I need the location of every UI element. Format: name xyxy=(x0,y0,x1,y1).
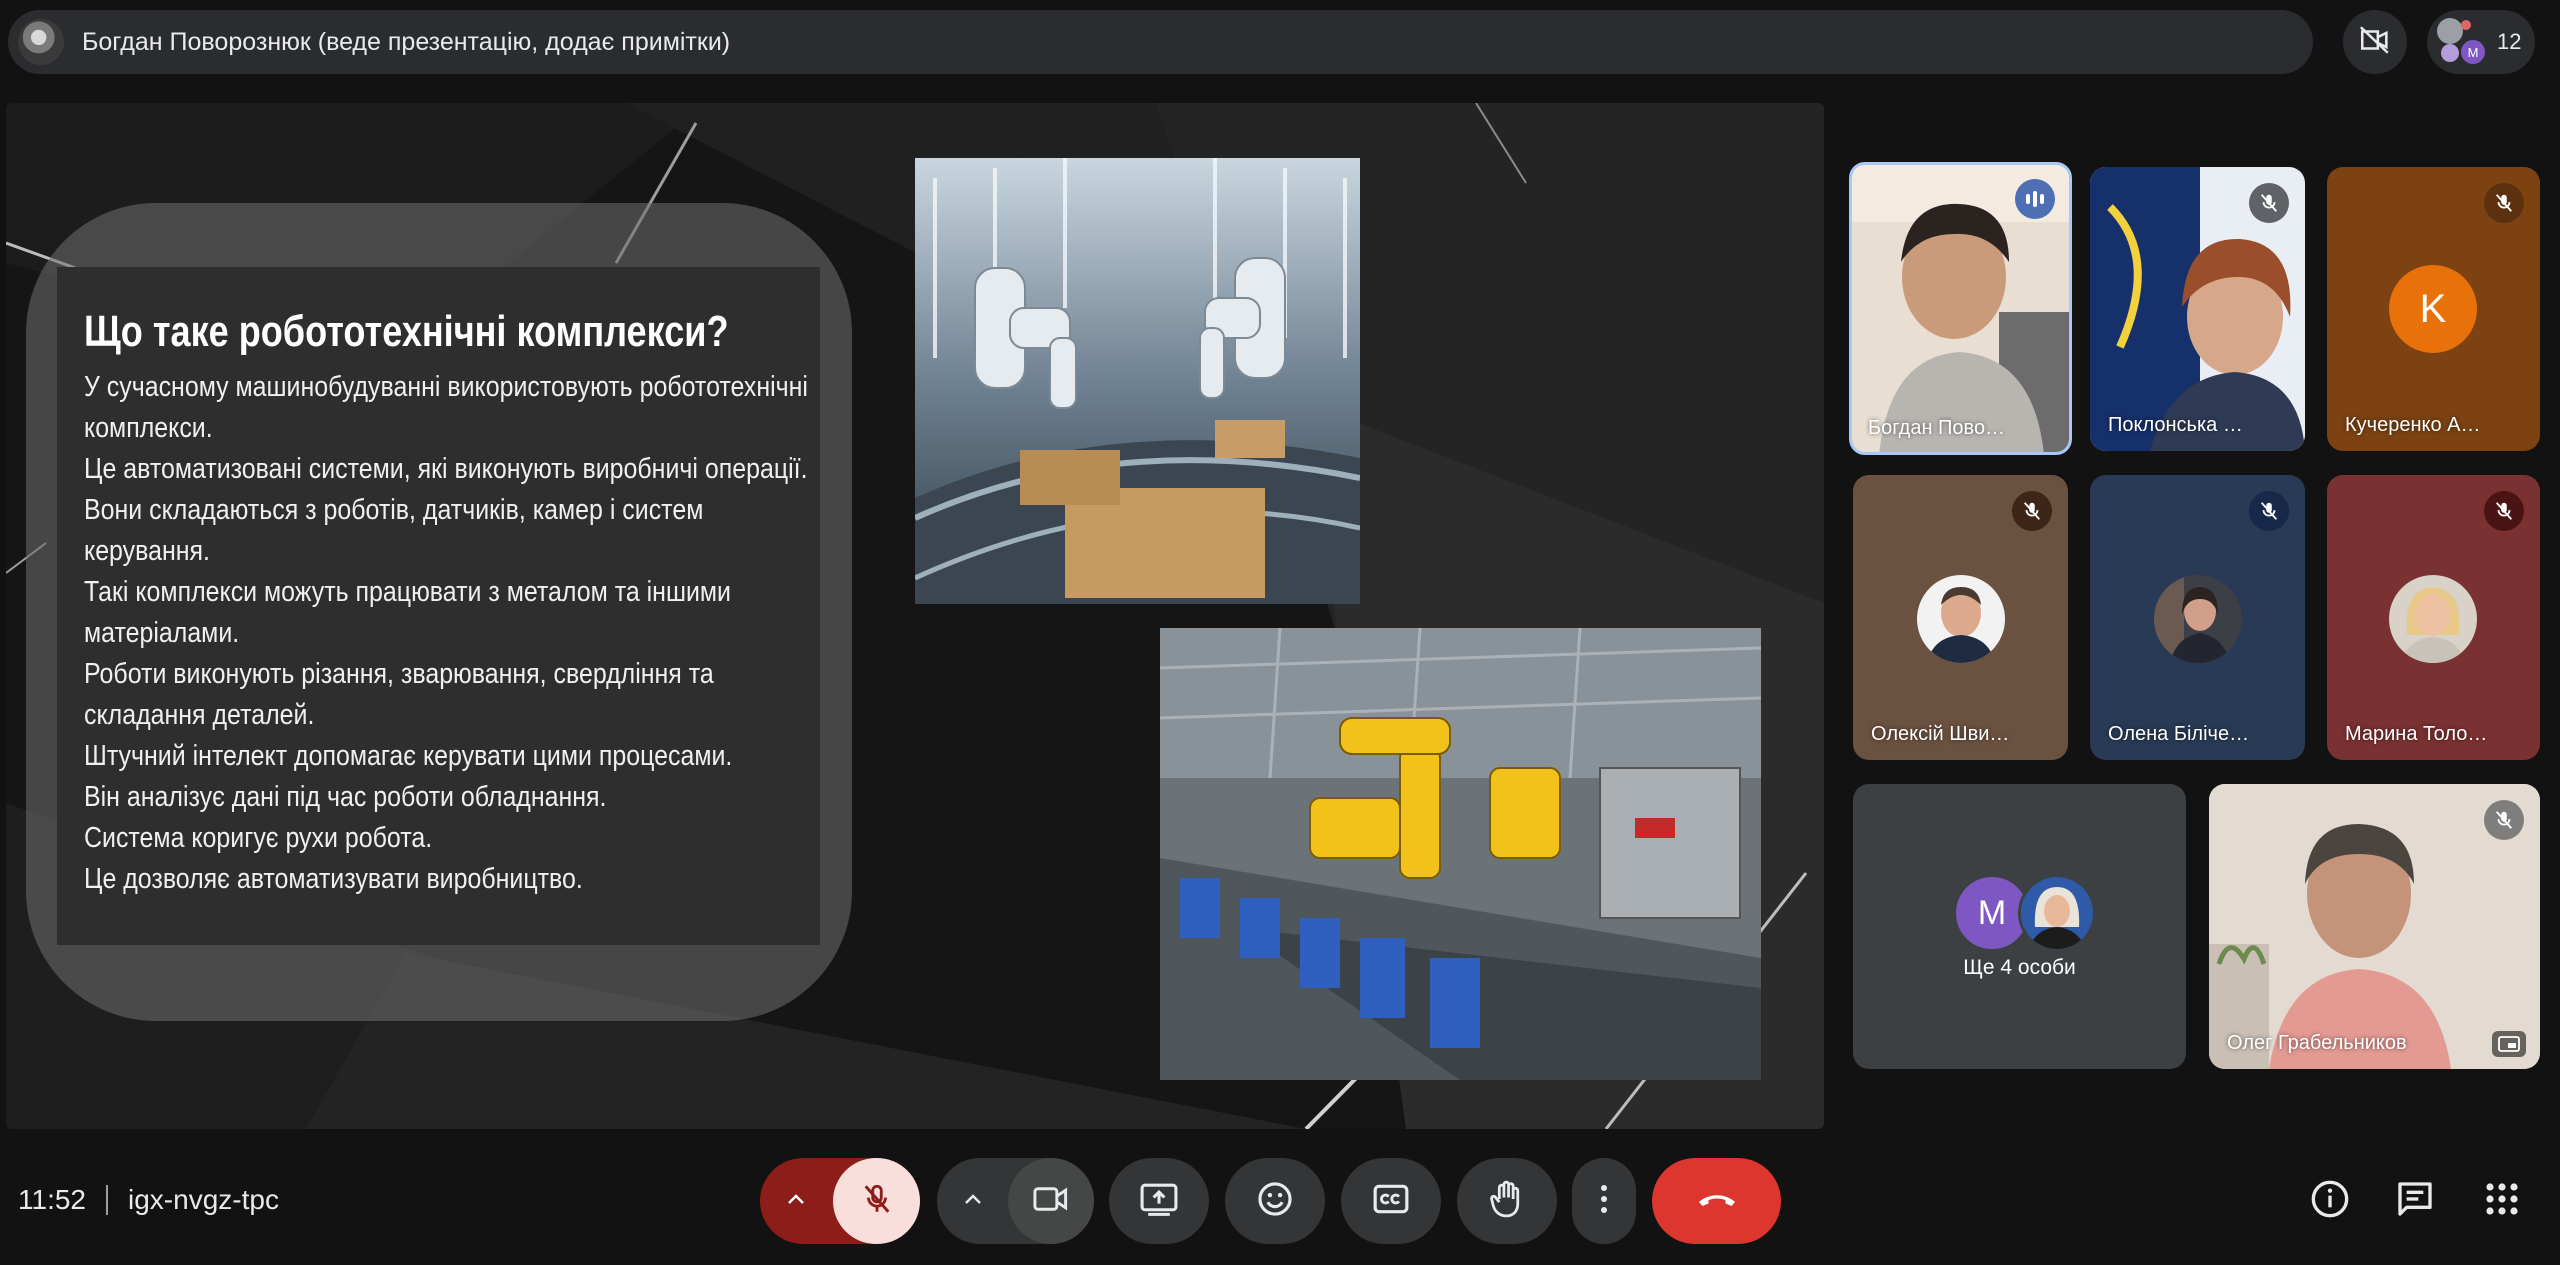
mic-off-icon xyxy=(860,1182,894,1221)
camera-icon xyxy=(1032,1184,1070,1219)
participant-name: Олена Біліче… xyxy=(2108,723,2250,745)
participant-avatar-photo xyxy=(2018,874,2096,952)
meeting-time: 11:52 xyxy=(18,1184,86,1215)
chat-button[interactable] xyxy=(2384,1170,2446,1232)
captions-icon xyxy=(1372,1183,1410,1220)
slide-line: Це дозволяє автоматизувати виробництво. xyxy=(84,863,583,895)
slide-line: Він аналізує дані під час роботи обладна… xyxy=(84,781,607,813)
divider xyxy=(106,1185,108,1215)
presenter-bar[interactable]: Богдан Поворознюк (веде презентацію, дод… xyxy=(8,10,2313,74)
meeting-code: igx-nvgz-tpc xyxy=(128,1184,279,1215)
participant-name: Олег Грабельников xyxy=(2227,1032,2407,1054)
more-options-button[interactable] xyxy=(1572,1158,1636,1244)
camera-off-button[interactable] xyxy=(2343,10,2407,74)
slide-line: Це автоматизовані системи, які виконують… xyxy=(84,453,808,485)
meeting-details-button[interactable] xyxy=(2299,1170,2361,1232)
presenter-title: Богдан Поворознюк (веде презентацію, дод… xyxy=(82,27,731,56)
mic-options-button[interactable] xyxy=(760,1192,832,1211)
raise-hand-button[interactable] xyxy=(1457,1158,1557,1244)
participant-name: Поклонська … xyxy=(2108,414,2243,436)
mic-off-indicator xyxy=(2484,491,2524,531)
mic-off-indicator xyxy=(2484,800,2524,840)
more-participants-label: Ще 4 особи xyxy=(1963,956,2076,979)
camera-options-button[interactable] xyxy=(937,1192,1009,1211)
present-button[interactable] xyxy=(1109,1158,1209,1244)
participant-name: Богдан Пово… xyxy=(1868,417,2006,439)
speaking-indicator xyxy=(2015,179,2055,219)
present-icon xyxy=(1139,1182,1179,1221)
participant-tile[interactable]: Олексій Шви… xyxy=(1853,475,2068,760)
presenter-avatar xyxy=(18,19,64,65)
participant-avatar xyxy=(1917,575,2005,663)
mic-off-indicator xyxy=(2249,491,2289,531)
emoji-icon xyxy=(1256,1180,1294,1223)
participant-tile[interactable]: Олег Грабельников xyxy=(2209,784,2540,1069)
participant-avatar xyxy=(2154,575,2242,663)
participant-avatar xyxy=(2389,575,2477,663)
participant-name: Олексій Шви… xyxy=(1871,723,2010,745)
captions-button[interactable] xyxy=(1341,1158,1441,1244)
participants-button[interactable]: M 12 xyxy=(2427,10,2535,74)
participant-name: Марина Толо… xyxy=(2345,723,2488,745)
info-icon xyxy=(2310,1179,2350,1224)
slide-line: комплекси. xyxy=(84,412,213,444)
participant-faces: M xyxy=(2437,18,2485,66)
robot-conveyor-photo xyxy=(915,158,1360,604)
welding-line-photo xyxy=(1160,628,1761,1080)
participant-tile[interactable]: Богдан Пово… xyxy=(1849,162,2072,455)
slide-line: У сучасному машинобудуванні використовую… xyxy=(84,371,808,403)
chevron-up-icon xyxy=(963,1192,983,1211)
reactions-button[interactable] xyxy=(1225,1158,1325,1244)
mic-off-indicator xyxy=(2484,183,2524,223)
end-call-icon xyxy=(1695,1189,1739,1214)
slide-line: Система коригує рухи робота. xyxy=(84,822,433,854)
participant-tile[interactable]: K Кучеренко А… xyxy=(2327,167,2540,451)
chevron-up-icon xyxy=(786,1192,806,1211)
slide-line: Штучний інтелект допомагає керувати цими… xyxy=(84,740,733,772)
participant-tile[interactable]: Марина Толо… xyxy=(2327,475,2540,760)
pip-icon[interactable] xyxy=(2492,1031,2526,1057)
participant-avatar: K xyxy=(2389,265,2477,353)
mic-off-indicator xyxy=(2012,491,2052,531)
mic-off-indicator xyxy=(2249,183,2289,223)
meeting-info: 11:52 igx-nvgz-tpc xyxy=(18,1184,279,1216)
hand-icon xyxy=(1489,1179,1525,1224)
participant-name: Кучеренко А… xyxy=(2345,414,2481,436)
slide-text-panel: Що таке робототехнічні комплекси? У суча… xyxy=(57,267,820,945)
more-participants-tile[interactable]: M Ще 4 особи xyxy=(1853,784,2186,1069)
slide-line: керування. xyxy=(84,535,210,567)
more-icon xyxy=(1600,1183,1608,1220)
slide-line: Такі комплекси можуть працювати з метало… xyxy=(84,576,731,608)
mic-toggle-button[interactable] xyxy=(833,1158,920,1244)
camera-toggle-button[interactable] xyxy=(1008,1158,1094,1244)
slide-line: матеріалами. xyxy=(84,617,240,649)
activities-button[interactable] xyxy=(2471,1170,2533,1232)
slide-line: Роботи виконують різання, зварювання, св… xyxy=(84,658,714,690)
participant-tile[interactable]: Поклонська … xyxy=(2090,167,2305,451)
presentation-stage: Що таке робототехнічні комплекси? У суча… xyxy=(6,103,1824,1129)
chat-icon xyxy=(2395,1179,2435,1224)
slide-line: складання деталей. xyxy=(84,699,315,731)
slide-line: Вони складаються з роботів, датчиків, ка… xyxy=(84,494,704,526)
participant-count: 12 xyxy=(2497,29,2522,54)
slide-title: Що таке робототехнічні комплекси? xyxy=(84,307,729,356)
camera-off-icon xyxy=(2358,23,2392,62)
participant-tile[interactable]: Олена Біліче… xyxy=(2090,475,2305,760)
slide-body: У сучасному машинобудуванні використовую… xyxy=(84,367,808,900)
leave-call-button[interactable] xyxy=(1652,1158,1781,1244)
apps-icon xyxy=(2484,1181,2520,1222)
